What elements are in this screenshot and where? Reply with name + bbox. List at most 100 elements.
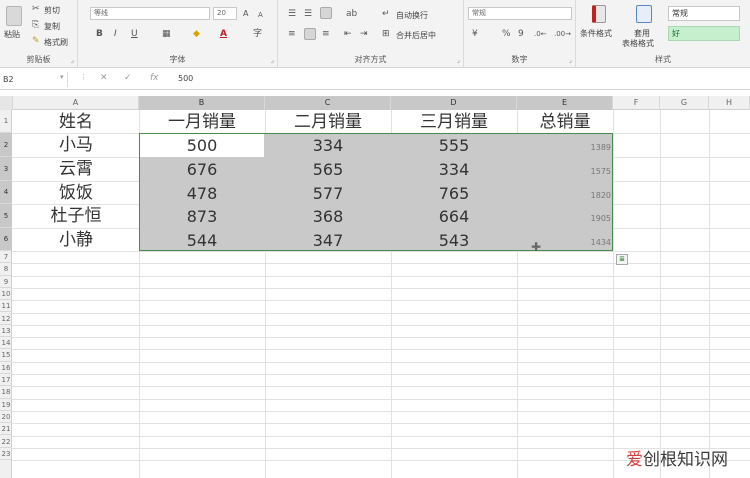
indent-increase-icon[interactable]: ⇥ bbox=[360, 28, 368, 40]
row-header[interactable]: 2 bbox=[0, 133, 12, 157]
column-header[interactable]: D bbox=[391, 96, 517, 110]
copy-icon[interactable]: ⎘ bbox=[32, 19, 39, 31]
cancel-icon[interactable]: ✕ bbox=[100, 73, 108, 83]
conditional-format-icon[interactable] bbox=[592, 5, 606, 23]
align-right-icon[interactable]: ≡ bbox=[322, 28, 330, 40]
orientation-icon[interactable]: ab bbox=[346, 8, 357, 20]
row-header[interactable]: 10 bbox=[0, 288, 12, 301]
cell-jan[interactable]: 873 bbox=[139, 205, 265, 228]
font-launcher-icon[interactable]: ⌟ bbox=[271, 56, 274, 64]
font-color-button[interactable]: A bbox=[220, 28, 227, 40]
formula-input[interactable]: 500 bbox=[178, 74, 193, 83]
row-header[interactable]: 8 bbox=[0, 263, 12, 276]
select-all-corner[interactable] bbox=[0, 96, 13, 110]
cell-feb[interactable]: 577 bbox=[265, 182, 391, 205]
cell-header-total[interactable]: 总销量 bbox=[517, 111, 613, 133]
cell-header-mar[interactable]: 三月销量 bbox=[391, 111, 517, 133]
style-good[interactable]: 好 bbox=[668, 26, 740, 41]
cell-total[interactable]: 1905 bbox=[517, 207, 611, 230]
paste-icon[interactable] bbox=[6, 6, 22, 26]
bold-button[interactable]: B bbox=[96, 28, 103, 40]
column-header[interactable]: B bbox=[139, 96, 265, 110]
row-header[interactable]: 22 bbox=[0, 436, 12, 448]
cell-feb[interactable]: 347 bbox=[265, 229, 391, 252]
shrink-font-icon[interactable]: A bbox=[258, 9, 263, 21]
cell-feb[interactable]: 334 bbox=[265, 134, 391, 157]
row-header[interactable]: 23 bbox=[0, 448, 12, 461]
column-header[interactable]: G bbox=[660, 96, 709, 110]
row-header[interactable]: 5 bbox=[0, 204, 12, 228]
row-header[interactable]: 13 bbox=[0, 325, 12, 338]
cell-header-jan[interactable]: 一月销量 bbox=[139, 111, 265, 133]
format-as-table-label-2[interactable]: 表格格式 bbox=[622, 38, 654, 49]
column-header[interactable]: C bbox=[265, 96, 391, 110]
cell-jan[interactable]: 676 bbox=[139, 158, 265, 181]
row-header[interactable]: 1 bbox=[0, 110, 12, 133]
cell-name[interactable]: 饭饭 bbox=[13, 182, 139, 205]
align-middle-icon[interactable]: ☰ bbox=[304, 8, 312, 20]
cell-name[interactable]: 小马 bbox=[13, 134, 139, 157]
column-header[interactable]: A bbox=[13, 96, 139, 110]
cell-header-feb[interactable]: 二月销量 bbox=[265, 111, 391, 133]
align-left-icon[interactable]: ≡ bbox=[288, 28, 296, 40]
align-top-icon[interactable]: ☰ bbox=[288, 8, 296, 20]
borders-icon[interactable]: ▦ bbox=[162, 28, 171, 40]
increase-decimal-icon[interactable]: .0← bbox=[534, 28, 547, 40]
conditional-format-button[interactable]: 条件格式 bbox=[580, 28, 612, 39]
align-bottom-icon[interactable] bbox=[320, 7, 332, 19]
cut-button[interactable]: 剪切 bbox=[44, 5, 60, 16]
row-header[interactable]: 14 bbox=[0, 337, 12, 350]
row-header[interactable]: 17 bbox=[0, 374, 12, 387]
cell-mar[interactable]: 555 bbox=[391, 134, 517, 157]
style-normal[interactable]: 常规 bbox=[668, 6, 740, 21]
row-header[interactable]: 11 bbox=[0, 300, 12, 313]
font-size-select[interactable]: 20 bbox=[213, 7, 237, 20]
insert-function-icon[interactable]: fx bbox=[150, 73, 159, 83]
cell-jan[interactable]: 478 bbox=[139, 182, 265, 205]
font-name-select[interactable]: 等线 bbox=[90, 7, 210, 20]
cell-mar[interactable]: 334 bbox=[391, 158, 517, 181]
cell-mar[interactable]: 765 bbox=[391, 182, 517, 205]
enter-icon[interactable]: ✓ bbox=[124, 73, 132, 83]
row-header[interactable]: 18 bbox=[0, 386, 12, 399]
cell-mar[interactable]: 664 bbox=[391, 205, 517, 228]
alignment-launcher-icon[interactable]: ⌟ bbox=[457, 56, 460, 64]
row-header[interactable]: 19 bbox=[0, 399, 12, 411]
cell-feb[interactable]: 565 bbox=[265, 158, 391, 181]
indent-decrease-icon[interactable]: ⇤ bbox=[344, 28, 352, 40]
copy-button[interactable]: 复制 bbox=[44, 21, 60, 32]
quick-analysis-icon[interactable]: ≣ bbox=[616, 254, 628, 265]
format-painter-button[interactable]: 格式刷 bbox=[44, 37, 68, 48]
cell-total[interactable]: 1389 bbox=[517, 136, 611, 159]
format-as-table-icon[interactable] bbox=[636, 5, 652, 23]
wrap-text-button[interactable]: 自动换行 bbox=[396, 10, 428, 21]
row-header[interactable]: 20 bbox=[0, 411, 12, 424]
cell-total[interactable]: 1820 bbox=[517, 184, 611, 207]
row-header[interactable]: 21 bbox=[0, 423, 12, 436]
cell-name[interactable]: 小静 bbox=[13, 229, 139, 252]
number-launcher-icon[interactable]: ⌟ bbox=[569, 56, 572, 64]
cut-icon[interactable]: ✂ bbox=[32, 3, 40, 15]
row-header[interactable]: 4 bbox=[0, 181, 12, 204]
fill-color-icon[interactable]: ◆ bbox=[193, 28, 200, 40]
accounting-format-icon[interactable]: ¥ bbox=[472, 28, 478, 40]
merge-center-icon[interactable]: ⊞ bbox=[382, 28, 390, 40]
name-box-dropdown-icon[interactable]: ▾ bbox=[60, 73, 64, 81]
cell-feb[interactable]: 368 bbox=[265, 205, 391, 228]
column-header[interactable]: F bbox=[613, 96, 660, 110]
percent-button[interactable]: % bbox=[502, 28, 511, 40]
cell-mar[interactable]: 543 bbox=[391, 229, 517, 252]
grow-font-icon[interactable]: A bbox=[243, 8, 248, 20]
format-painter-icon[interactable]: ✎ bbox=[32, 35, 40, 47]
decrease-decimal-icon[interactable]: .00→ bbox=[554, 28, 571, 40]
paste-button[interactable]: 粘贴 bbox=[4, 29, 20, 40]
column-header[interactable]: H bbox=[709, 96, 750, 110]
underline-button[interactable]: U bbox=[131, 28, 138, 40]
row-header[interactable]: 15 bbox=[0, 349, 12, 362]
number-format-select[interactable]: 常规 bbox=[468, 7, 572, 20]
row-header[interactable]: 3 bbox=[0, 157, 12, 181]
comma-style-button[interactable]: 9 bbox=[518, 28, 524, 40]
cell-name[interactable]: 杜子恒 bbox=[13, 205, 139, 228]
merge-center-button[interactable]: 合并后居中 bbox=[396, 30, 436, 41]
italic-button[interactable]: I bbox=[114, 28, 117, 40]
